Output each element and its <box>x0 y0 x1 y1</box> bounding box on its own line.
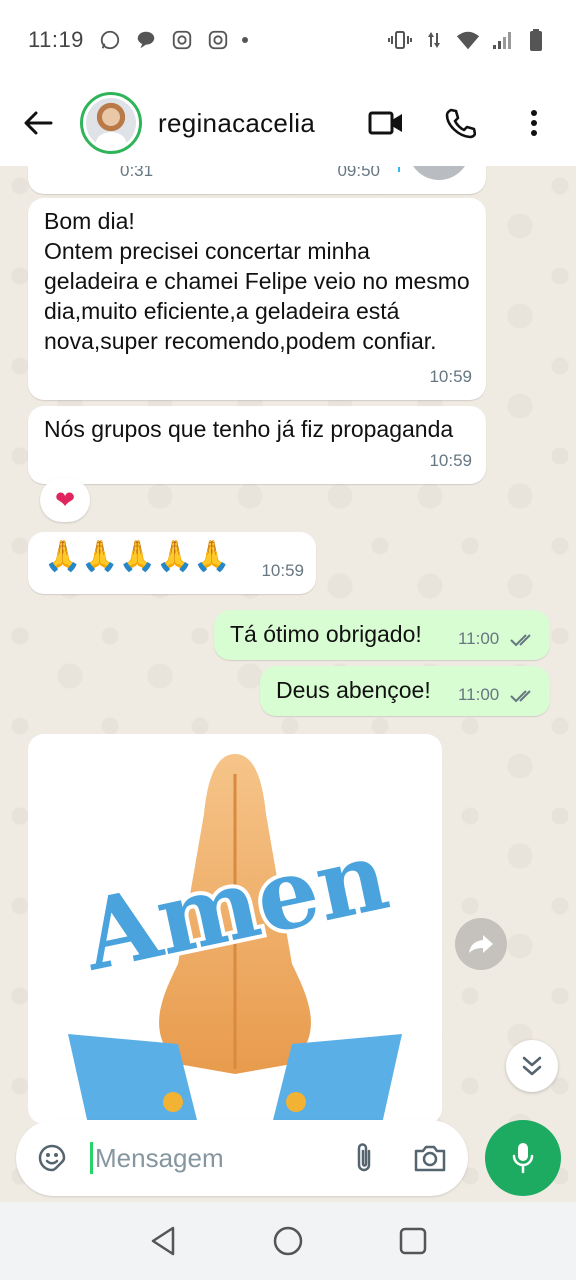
attach-button[interactable] <box>346 1140 382 1176</box>
dot-icon <box>241 37 248 43</box>
message-composer <box>16 1120 468 1196</box>
contact-name[interactable]: reginacacelia <box>158 108 315 139</box>
arrow-left-icon <box>24 111 53 135</box>
forward-icon <box>469 935 493 953</box>
microphone-icon <box>512 1143 534 1174</box>
nav-back-button[interactable] <box>143 1221 183 1261</box>
sender-avatar <box>408 166 470 180</box>
back-button[interactable] <box>18 103 58 143</box>
battery-icon <box>524 28 548 52</box>
message-meta: 11:00 <box>458 624 536 654</box>
more-vert-icon <box>531 110 537 136</box>
chat-header: reginacacelia <box>0 80 576 166</box>
status-left-icons <box>98 28 248 52</box>
message-time: 11:00 <box>457 629 500 648</box>
status-bar: 11:19 <box>0 0 576 80</box>
voice-call-icon <box>445 108 476 139</box>
video-call-button[interactable] <box>368 105 404 141</box>
chat-bubble-icon <box>134 28 158 52</box>
message-time: 11:00 <box>457 685 500 704</box>
message-time: 10:59 <box>429 451 472 470</box>
sticker-message[interactable]: Amen <box>28 734 442 1124</box>
message-input[interactable] <box>95 1142 315 1174</box>
status-time: 11:19 <box>28 27 84 52</box>
message-time: 09:50 <box>337 166 380 180</box>
circle-home-icon <box>273 1226 303 1256</box>
message-time: 10:59 <box>429 367 472 386</box>
mic-small-icon <box>392 166 406 180</box>
heart-icon: ❤ <box>54 486 76 514</box>
heart-reaction[interactable]: ❤ <box>40 478 90 522</box>
audio-duration: 0:31 <box>120 166 154 180</box>
message-text: Nós grupos que tenho já fiz propaganda <box>44 416 454 442</box>
vibrate-icon <box>388 28 412 52</box>
avatar[interactable] <box>80 92 142 154</box>
avatar-image <box>86 98 136 148</box>
system-nav-bar <box>0 1202 576 1280</box>
header-actions <box>368 105 558 141</box>
nav-home-button[interactable] <box>268 1221 308 1261</box>
outgoing-message[interactable]: Tá ótimo obrigado! 11:00 <box>214 610 550 660</box>
paperclip-icon <box>357 1143 371 1172</box>
praying-hands-sticker: Amen <box>68 754 402 1124</box>
voice-message-button[interactable] <box>485 1120 561 1196</box>
signal-icon <box>490 28 514 52</box>
outgoing-message[interactable]: Deus abençoe! 11:00 <box>260 666 550 716</box>
nav-recents-button[interactable] <box>393 1221 433 1261</box>
forward-button[interactable] <box>455 918 507 970</box>
voice-call-button[interactable] <box>442 105 478 141</box>
text-caret <box>90 1142 93 1174</box>
camera-button[interactable] <box>410 1140 450 1176</box>
incoming-message[interactable]: 🙏🙏🙏🙏🙏 10:59 <box>28 532 316 594</box>
double-chevron-down-icon <box>522 1056 542 1076</box>
incoming-message[interactable]: Bom dia! Ontem precisei concertar minha … <box>28 198 486 400</box>
more-options-button[interactable] <box>516 105 552 141</box>
instagram-icon <box>170 28 194 52</box>
message-meta: 11:00 <box>458 680 536 710</box>
triangle-back-icon <box>151 1226 174 1256</box>
read-ticks-icon <box>510 689 531 702</box>
audio-message[interactable]: 0:31 09:50 <box>28 166 486 194</box>
sticker-icon <box>38 1144 66 1172</box>
square-recents-icon <box>400 1227 427 1255</box>
wifi-icon <box>456 28 480 52</box>
whatsapp-icon <box>98 28 122 52</box>
chat-area[interactable]: 0:31 09:50 Bom dia! Ontem precisei conce… <box>0 166 576 1202</box>
message-time: 10:59 <box>261 561 304 580</box>
sticker-button[interactable] <box>34 1140 70 1176</box>
message-text: Bom dia! Ontem precisei concertar minha … <box>44 208 470 354</box>
scroll-to-bottom-button[interactable] <box>506 1040 558 1092</box>
status-right-icons <box>388 28 548 52</box>
instagram-icon <box>206 28 230 52</box>
video-call-icon <box>368 111 402 135</box>
read-ticks-icon <box>510 633 531 646</box>
incoming-message[interactable]: Nós grupos que tenho já fiz propaganda 1… <box>28 406 486 484</box>
data-arrows-icon <box>422 28 446 52</box>
camera-icon <box>414 1145 446 1172</box>
